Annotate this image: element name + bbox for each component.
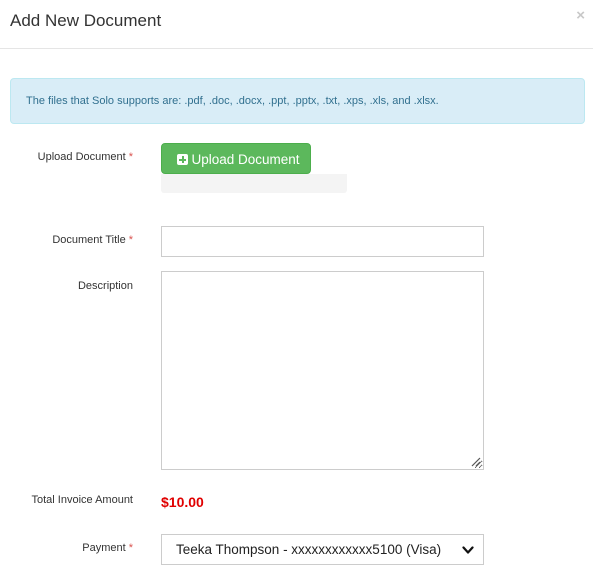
document-title-input[interactable] — [161, 226, 484, 257]
description-label: Description — [77, 280, 133, 292]
payment-label: Payment * — [82, 542, 133, 554]
payment-select[interactable]: Teeka Thompson - xxxxxxxxxxxx5100 (Visa) — [161, 534, 484, 565]
supported-files-alert: The files that Solo supports are: .pdf, … — [10, 78, 585, 124]
plus-square-icon — [177, 154, 189, 165]
add-document-modal: Add New Document × The files that Solo s… — [0, 0, 593, 585]
required-marker: * — [128, 234, 133, 246]
upload-document-button[interactable]: Upload Document — [161, 143, 311, 174]
chevron-down-icon — [462, 546, 474, 554]
payment-selected-value: Teeka Thompson - xxxxxxxxxxxx5100 (Visa) — [176, 542, 442, 557]
upload-document-label: Upload Document * — [37, 151, 133, 163]
total-invoice-label: Total Invoice Amount — [31, 494, 133, 506]
document-title-label: Document Title * — [52, 234, 133, 246]
modal-title: Add New Document — [10, 11, 162, 30]
upload-button-label: Upload Document — [191, 152, 300, 167]
required-marker: * — [128, 542, 133, 554]
modal-header: Add New Document × — [0, 0, 593, 49]
description-textarea[interactable] — [161, 271, 484, 470]
selected-file-display — [161, 174, 347, 193]
total-invoice-amount: $10.00 — [161, 494, 204, 510]
close-icon: × — [576, 7, 585, 24]
required-marker: * — [128, 151, 133, 163]
close-button[interactable]: × — [576, 8, 585, 24]
